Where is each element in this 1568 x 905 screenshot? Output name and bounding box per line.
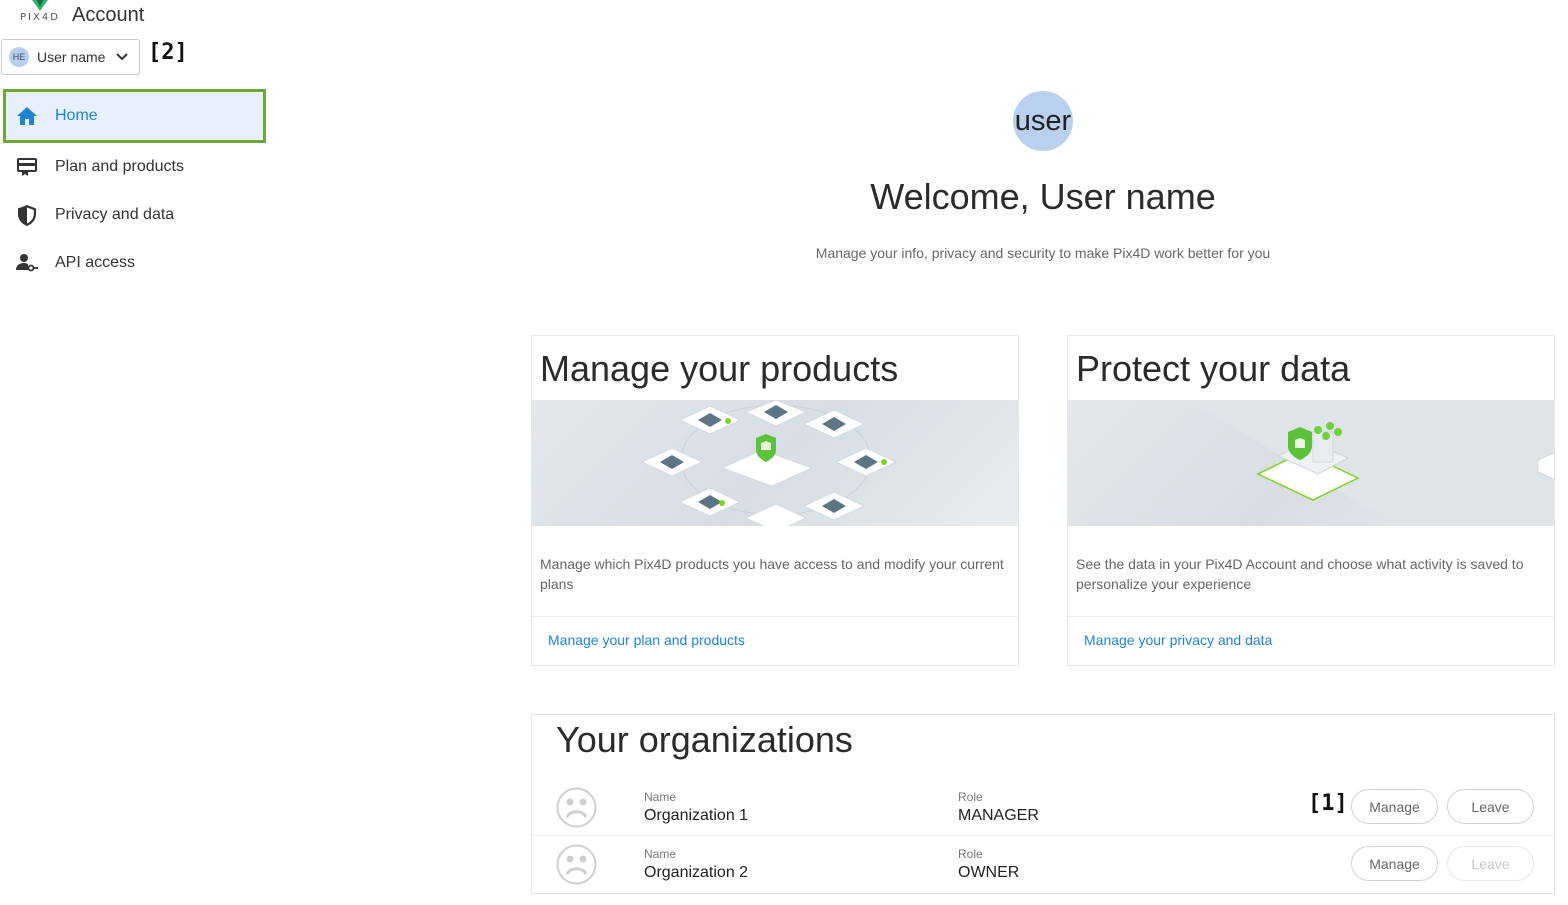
organizations-title: Your organizations (556, 719, 853, 760)
plan-icon (16, 156, 38, 178)
sidebar-item-label: Home (55, 107, 98, 124)
user-avatar: user (1013, 91, 1073, 151)
leave-button[interactable]: Leave (1447, 846, 1534, 881)
app-title: Account (72, 4, 145, 26)
organization-name: Organization 2 (644, 864, 749, 881)
annotation-marker-1: [1] (1308, 791, 1348, 816)
user-menu-dropdown[interactable]: HE User name (1, 39, 140, 75)
organization-avatar-icon (556, 787, 597, 828)
welcome-subtitle: Manage your info, privacy and security t… (815, 245, 1271, 261)
pix4d-logo[interactable]: PIX4D (20, 0, 60, 24)
sidebar-item-label: Plan and products (55, 158, 184, 175)
table-row: Name Organization 2 Role OWNER Manage Le… (532, 836, 1554, 893)
sidebar-item-home[interactable]: Home (3, 89, 266, 143)
manage-products-card: Manage your products Manage which Pix4D … (531, 335, 1019, 666)
name-label: Name (644, 790, 677, 804)
organization-role: MANAGER (958, 807, 1039, 824)
logo-text: PIX4D (20, 12, 60, 23)
pix4d-logo-icon (32, 0, 48, 11)
products-illustration (532, 400, 1018, 526)
organization-role: OWNER (958, 864, 1020, 881)
card-description: See the data in your Pix4D Account and c… (1076, 556, 1524, 592)
manage-privacy-link[interactable]: Manage your privacy and data (1084, 632, 1272, 648)
manage-button[interactable]: Manage (1351, 846, 1438, 881)
privacy-illustration (1068, 400, 1554, 526)
leave-button[interactable]: Leave (1447, 789, 1534, 824)
annotation-marker-2: [2] (148, 40, 188, 65)
manage-plan-link[interactable]: Manage your plan and products (548, 632, 745, 648)
card-divider (1068, 616, 1554, 617)
user-avatar-small: HE (9, 47, 29, 67)
protect-data-card: Protect your data See the data in your P… (1067, 335, 1555, 666)
card-title: Manage your products (540, 348, 899, 389)
card-divider (532, 616, 1018, 617)
card-description: Manage which Pix4D products you have acc… (540, 556, 1004, 592)
manage-button[interactable]: Manage (1351, 789, 1438, 824)
welcome-heading: Welcome, User name (870, 176, 1216, 217)
user-name-label: User name (37, 49, 106, 65)
role-label: Role (958, 847, 983, 861)
table-row: Name Organization 1 Role MANAGER [1] Man… (532, 779, 1554, 836)
card-title: Protect your data (1076, 348, 1351, 389)
chevron-down-icon (115, 50, 129, 64)
role-label: Role (958, 790, 983, 804)
organizations-panel: Your organizations Name Organization 1 R… (531, 714, 1555, 894)
organization-avatar-icon (556, 844, 597, 885)
name-label: Name (644, 847, 677, 861)
home-icon (16, 105, 38, 127)
organization-name: Organization 1 (644, 807, 749, 824)
